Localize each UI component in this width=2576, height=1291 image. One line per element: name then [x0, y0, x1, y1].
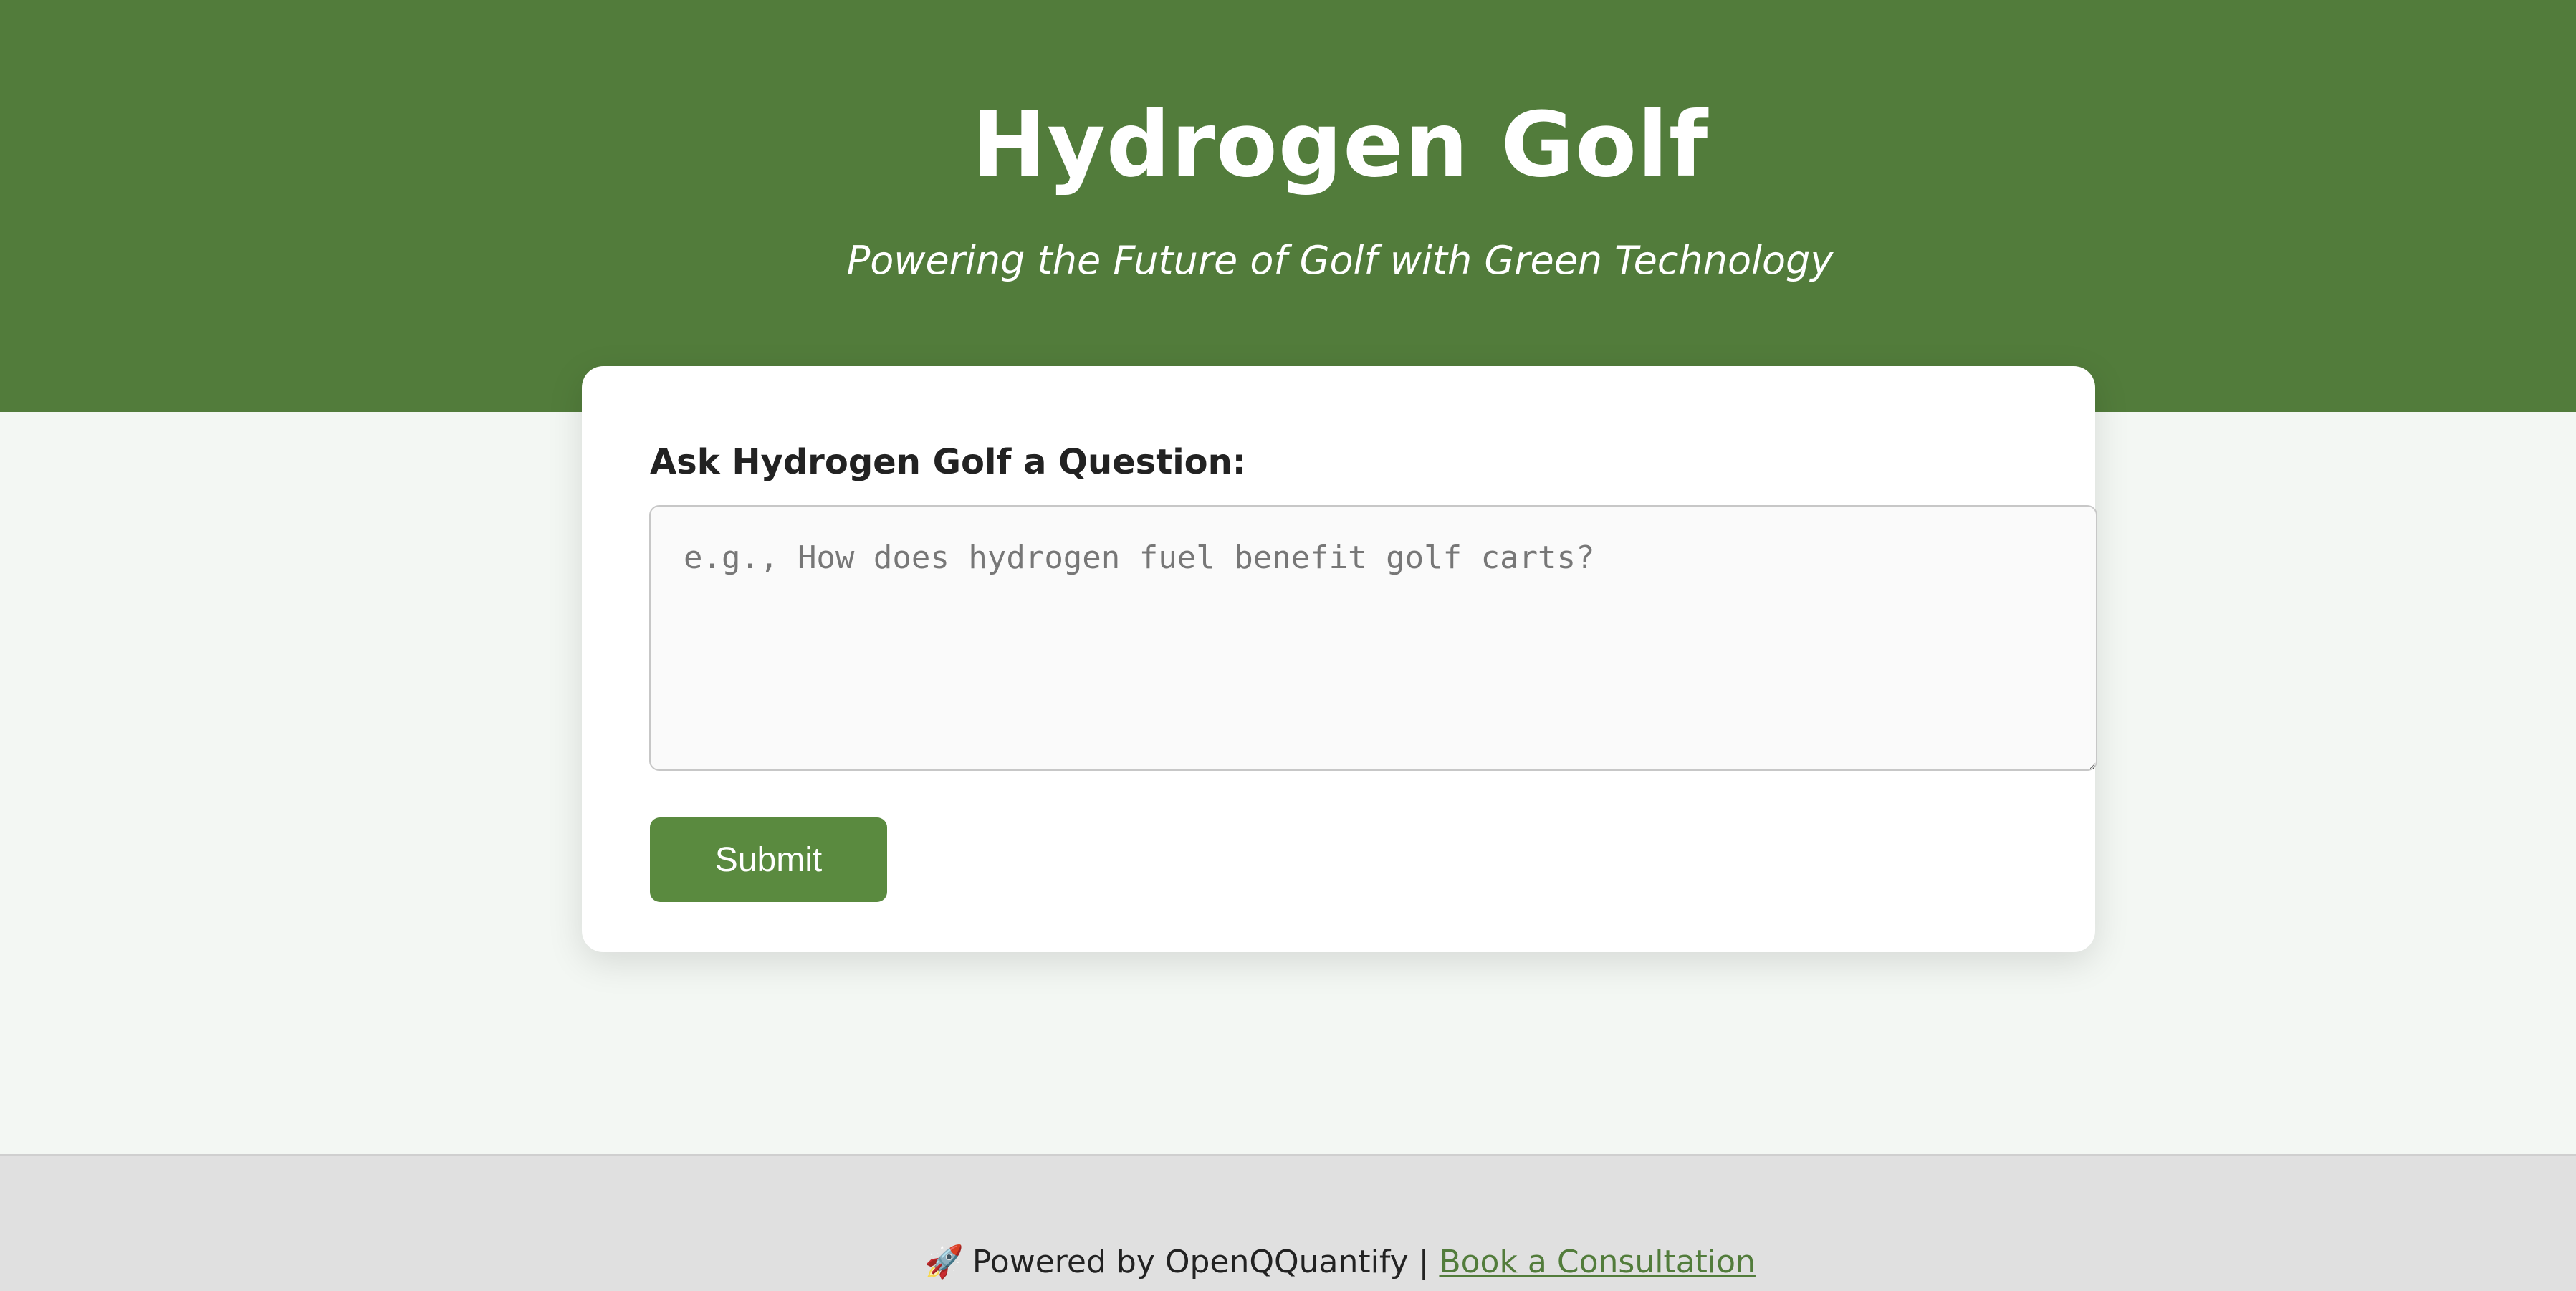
question-input[interactable]: [649, 505, 2097, 771]
footer-separator: |: [1418, 1244, 1430, 1280]
submit-button[interactable]: Submit: [650, 817, 887, 902]
page-subtitle: Powering the Future of Golf with Green T…: [846, 238, 1834, 283]
page-title: Hydrogen Golf: [971, 93, 1709, 197]
footer-text: 🚀 Powered by OpenQQuantify | Book a Consu…: [0, 1241, 2576, 1284]
rocket-icon: 🚀: [924, 1244, 964, 1280]
powered-by-text: Powered by OpenQQuantify: [972, 1244, 1409, 1280]
book-consultation-link[interactable]: Book a Consultation: [1439, 1244, 1756, 1280]
question-label: Ask Hydrogen Golf a Question:: [650, 442, 1246, 482]
